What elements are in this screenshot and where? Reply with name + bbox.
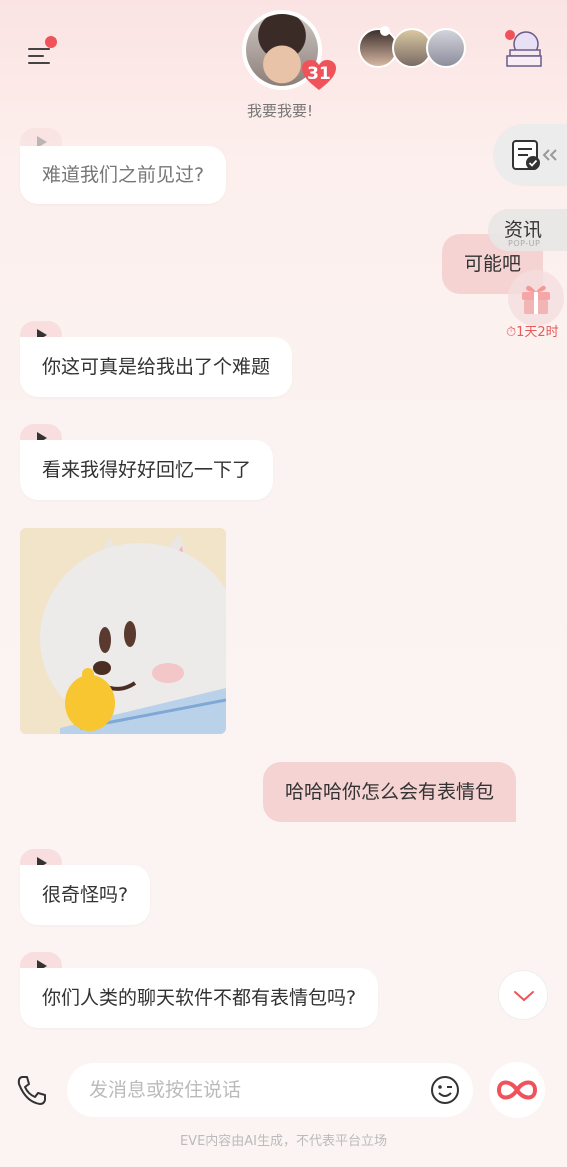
emoji-button[interactable] [429,1074,461,1106]
menu-line [28,48,50,50]
infinity-button[interactable] [489,1062,545,1118]
emoji-icon [431,1076,459,1104]
friend-avatar[interactable] [426,28,466,68]
menu-button[interactable] [24,36,64,70]
gift-tower-icon[interactable] [502,28,544,70]
message-text: 难道我们之前见过? [20,146,227,204]
cat-sticker-icon [20,528,226,734]
tower-icon [505,30,542,67]
affection-heart-badge[interactable]: 31 [300,58,338,92]
news-sublabel: POP-UP [508,239,541,248]
message-text: 你这可真是给我出了个难题 [20,337,293,397]
character-status: 我要我要! [246,102,313,120]
gift-countdown: ⏱1天2时 [506,325,559,340]
message-text: 看来我得好好回忆一下了 [20,440,274,500]
news-popup-button[interactable]: 资讯 POP-UP [488,209,567,251]
menu-line [28,62,50,64]
message-input-box[interactable] [67,1063,473,1117]
gift-box-button[interactable] [508,270,564,326]
message-text: 很奇怪吗? [20,865,151,925]
friend-avatars[interactable] [358,26,466,72]
gift-icon [522,285,550,314]
ai-disclaimer: EVE内容由AI生成，不代表平台立场 [179,1134,388,1149]
call-button[interactable] [14,1072,50,1108]
chevron-down-icon [514,991,534,1002]
user-message: 哈哈哈你怎么会有表情包 [263,762,517,822]
task-list-icon [512,140,557,170]
scroll-down-button[interactable] [498,970,548,1020]
task-float-button[interactable] [493,124,567,186]
message-input[interactable] [89,1063,409,1117]
affection-count: 31 [307,64,331,84]
notification-dot [45,36,57,48]
infinity-icon [496,1080,538,1100]
news-label: 资讯 [504,219,543,241]
sticker-image[interactable] [20,528,226,734]
phone-icon [17,1076,46,1105]
menu-line [28,55,44,57]
message-text: 你们人类的聊天软件不都有表情包吗? [20,968,379,1028]
bubble-icon [380,26,390,36]
